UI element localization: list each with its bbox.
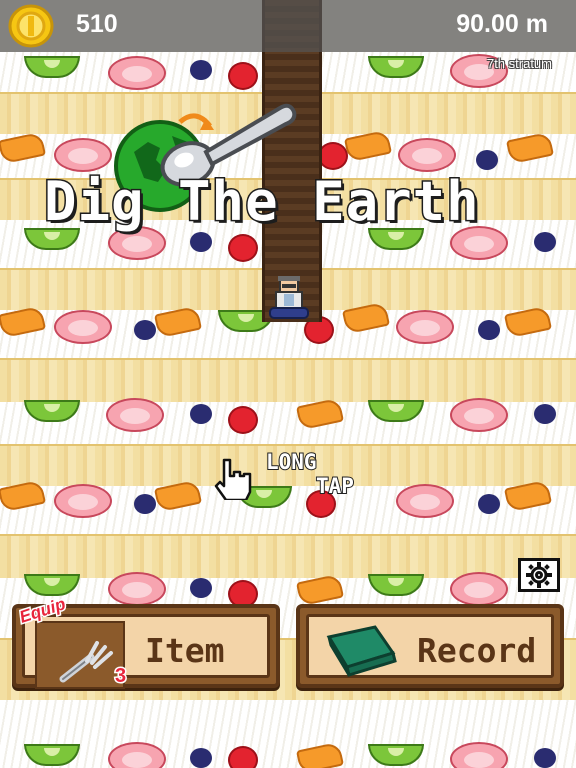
long-tap-hint-line1: LONG: [265, 449, 318, 475]
blueberry: [134, 494, 156, 514]
long-tap-hint-line2: TAP: [315, 473, 355, 499]
blueberry: [534, 232, 556, 252]
cherry: [228, 406, 258, 434]
stratum-label: 7th stratum: [486, 56, 552, 71]
record-button-face: Record: [306, 614, 554, 678]
item-button[interactable]: Equip 3 Item: [12, 593, 280, 689]
cherry: [228, 746, 258, 768]
cherry: [318, 142, 348, 170]
strawberry-slice: [396, 310, 454, 344]
depth-meter: 90.00 m: [456, 10, 548, 38]
blueberry: [478, 320, 500, 340]
cherry: [228, 234, 258, 262]
strawberry-slice: [108, 742, 166, 768]
sponge-layer: [0, 358, 576, 404]
blueberry: [534, 404, 556, 424]
strawberry-slice: [450, 742, 508, 768]
strawberry-slice: [398, 138, 456, 172]
top-hud-bar: 510 90.00 m: [0, 0, 576, 52]
strawberry-slice: [108, 572, 166, 606]
record-button-label: Record: [417, 631, 537, 670]
blueberry: [534, 748, 556, 768]
blueberry: [190, 60, 212, 80]
blueberry: [190, 404, 212, 424]
equipped-item-slot: [35, 621, 125, 689]
blueberry: [478, 494, 500, 514]
item-button-label: Item: [145, 631, 225, 670]
gold-coin-icon: [8, 4, 54, 48]
blueberry: [134, 320, 156, 340]
equip-count-badge: 3: [113, 664, 127, 689]
record-button[interactable]: Record: [296, 604, 564, 688]
strawberry-slice: [450, 572, 508, 606]
strawberry-slice: [106, 398, 164, 432]
pointing-hand-icon: [214, 458, 252, 500]
item-button-face: Equip 3 Item: [16, 593, 270, 689]
strawberry-slice: [54, 484, 112, 518]
gear-icon: [526, 562, 552, 588]
game-scene[interactable]: Dig The Earth 510 90.00 m 7th stratum LO…: [0, 0, 576, 768]
settings-button[interactable]: [518, 558, 560, 592]
strawberry-slice: [450, 398, 508, 432]
blueberry: [476, 150, 498, 170]
strawberry-slice: [396, 484, 454, 518]
strawberry-slice: [54, 310, 112, 344]
coin-count: 510: [76, 10, 118, 38]
game-title: Dig The Earth: [43, 169, 481, 235]
strawberry-slice: [54, 138, 112, 172]
blueberry: [190, 232, 212, 252]
blueberry: [190, 748, 212, 768]
digger-character-icon: [269, 276, 309, 319]
cherry: [228, 62, 258, 90]
strawberry-slice: [108, 56, 166, 90]
fork-icon: [59, 641, 113, 683]
green-book-icon: [326, 625, 397, 677]
blueberry: [190, 578, 212, 598]
